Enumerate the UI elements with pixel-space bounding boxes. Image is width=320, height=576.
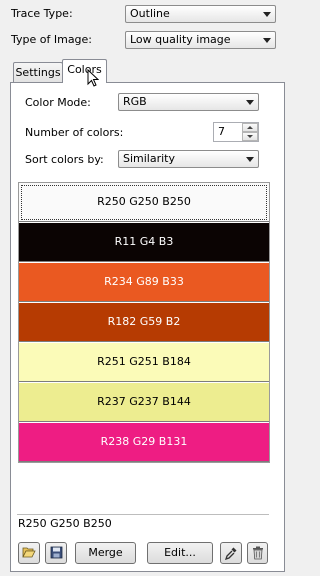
edit-button-label: Edit... (164, 546, 196, 559)
chevron-down-icon (263, 38, 271, 43)
image-type-select[interactable]: Low quality image (125, 31, 276, 49)
trace-type-select[interactable]: Outline (125, 5, 276, 23)
color-swatch-label: R234 G89 B33 (104, 275, 184, 288)
chevron-down-icon (246, 100, 254, 105)
divider (17, 514, 269, 515)
sort-colors-select[interactable]: Similarity (118, 150, 259, 168)
merge-button-label: Merge (88, 546, 123, 559)
color-swatch[interactable]: R234 G89 B33 (19, 263, 269, 302)
color-swatch-label: R251 G251 B184 (97, 355, 191, 368)
stepper-up-icon[interactable] (242, 123, 258, 132)
selected-color-text: R250 G250 B250 (18, 517, 112, 530)
color-swatch[interactable]: R251 G251 B184 (19, 343, 269, 382)
tab-colors[interactable]: Colors (62, 59, 107, 83)
color-mode-value: RGB (123, 95, 147, 108)
trash-icon (252, 546, 263, 560)
color-swatch[interactable]: R237 G237 B144 (19, 383, 269, 422)
color-mode-select[interactable]: RGB (118, 93, 259, 111)
save-button[interactable] (45, 542, 67, 564)
color-swatch-label: R182 G59 B2 (107, 315, 181, 328)
color-swatch-label: R11 G4 B3 (114, 235, 174, 248)
color-swatch-label: R250 G250 B250 (97, 195, 191, 208)
merge-button[interactable]: Merge (75, 542, 136, 564)
trace-type-label: Trace Type: (11, 7, 73, 20)
number-of-colors-value: 7 (218, 125, 225, 138)
color-swatch-label: R238 G29 B131 (100, 435, 188, 448)
color-mode-label: Color Mode: (25, 96, 91, 109)
trace-type-value: Outline (130, 7, 170, 20)
sort-colors-value: Similarity (123, 152, 176, 165)
image-type-value: Low quality image (130, 33, 231, 46)
image-type-label: Type of Image: (11, 33, 93, 46)
color-swatch[interactable]: R182 G59 B2 (19, 303, 269, 342)
number-of-colors-label: Number of colors: (25, 126, 124, 139)
eyedropper-icon (224, 547, 237, 560)
open-button[interactable] (18, 542, 40, 564)
color-swatch[interactable]: R11 G4 B3 (19, 223, 269, 262)
floppy-disk-icon (50, 546, 62, 559)
delete-button[interactable] (247, 542, 268, 564)
color-swatch-label: R237 G237 B144 (97, 395, 191, 408)
color-swatch[interactable]: R238 G29 B131 (19, 423, 269, 462)
color-swatch[interactable]: R250 G250 B250 (19, 183, 269, 222)
sort-colors-label: Sort colors by: (25, 153, 104, 166)
folder-open-icon (22, 547, 36, 558)
stepper-down-icon[interactable] (242, 132, 258, 141)
number-of-colors-stepper[interactable]: 7 (213, 122, 259, 142)
edit-button[interactable]: Edit... (147, 542, 213, 564)
chevron-down-icon (246, 157, 254, 162)
chevron-down-icon (263, 12, 271, 17)
color-swatch-list[interactable]: R250 G250 B250 R11 G4 B3 R234 G89 B33 R1… (18, 182, 270, 463)
mouse-cursor-icon (87, 69, 99, 87)
tab-settings[interactable]: Settings (13, 62, 63, 83)
tab-settings-label: Settings (15, 66, 61, 79)
eyedropper-button[interactable] (220, 542, 242, 564)
